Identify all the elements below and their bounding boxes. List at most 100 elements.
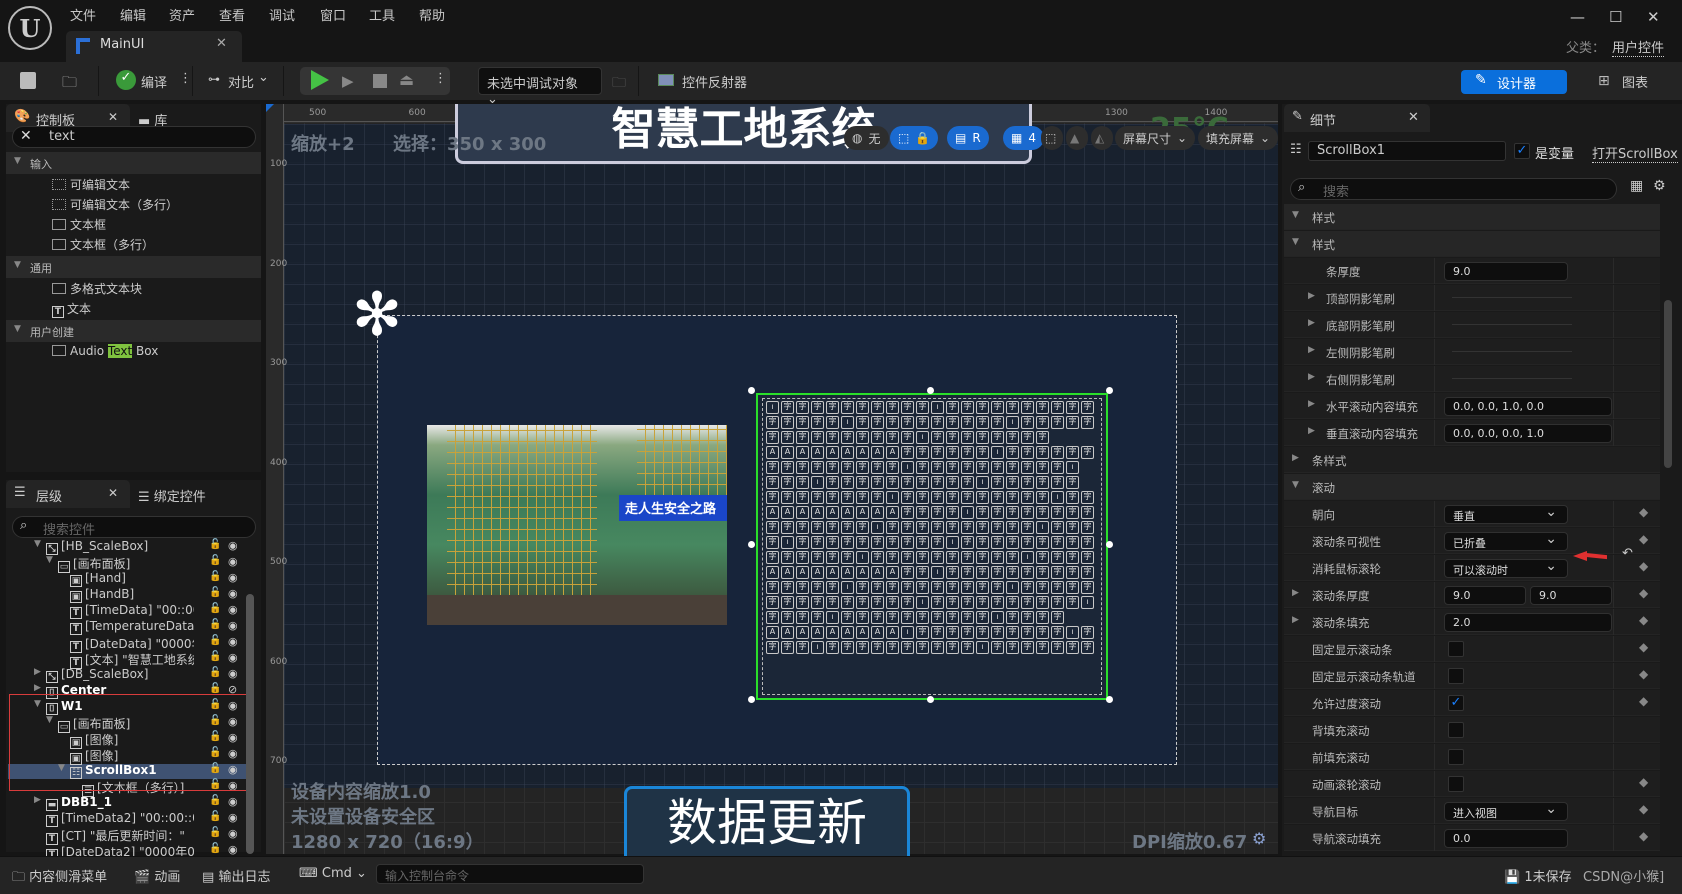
property-checkbox[interactable]: [1448, 749, 1464, 765]
hierarchy-row[interactable]: ▶ ▬ DBB1_1 🔓 ◉: [8, 795, 258, 811]
close-hierarchy-icon[interactable]: ✕: [108, 486, 118, 500]
graph-mode-button[interactable]: 图表: [1622, 72, 1648, 91]
section-collapse-icon[interactable]: ▼: [1292, 480, 1299, 490]
property-expand-icon[interactable]: ▶: [1292, 615, 1299, 625]
brush-preview[interactable]: [1452, 297, 1572, 298]
category-user-created[interactable]: 用户创建: [6, 320, 261, 342]
property-input[interactable]: 2.0: [1444, 613, 1612, 632]
data-update-button[interactable]: 数据更新: [624, 786, 910, 856]
cmd-dropdown[interactable]: ⌨ Cmd ⌄: [299, 866, 367, 881]
lock-toggle-icon[interactable]: 🔓: [209, 603, 221, 614]
keyframe-icon[interactable]: ◆: [1639, 559, 1648, 573]
property-input[interactable]: 0.0: [1444, 829, 1568, 848]
property-checkbox[interactable]: [1448, 722, 1464, 738]
step-icon[interactable]: ▶: [342, 72, 354, 90]
stop-icon[interactable]: [373, 74, 387, 88]
palette-item-textbox[interactable]: 文本框: [52, 216, 106, 233]
parent-class-link[interactable]: 用户控件: [1612, 37, 1665, 57]
settings-gear-icon[interactable]: ⚙: [1653, 178, 1666, 194]
menu-window[interactable]: 窗口: [320, 5, 346, 24]
visibility-eye-icon[interactable]: ◉: [228, 587, 238, 600]
widget-name-input[interactable]: ScrollBox1: [1308, 141, 1506, 161]
property-expand-icon[interactable]: ▶: [1308, 291, 1315, 301]
menu-asset[interactable]: 资产: [169, 5, 195, 24]
resize-handle-b[interactable]: [927, 696, 934, 703]
visibility-eye-icon[interactable]: ◉: [228, 651, 238, 664]
construction-site-image[interactable]: 走人生安全之路: [427, 425, 727, 625]
screen-size-dropdown[interactable]: 屏幕尺寸 ⌄: [1115, 126, 1196, 150]
menu-tools[interactable]: 工具: [369, 5, 395, 24]
property-input[interactable]: 9.0: [1530, 586, 1612, 605]
unsaved-button[interactable]: 💾 1未保存: [1504, 866, 1572, 885]
hierarchy-row[interactable]: ▣ [HandB] 🔓 ◉: [8, 587, 258, 603]
expand-arrow-icon[interactable]: ▶: [34, 667, 41, 677]
hierarchy-scrollbar[interactable]: [246, 594, 254, 854]
property-checkbox[interactable]: [1448, 776, 1464, 792]
minimize-button[interactable]: —: [1570, 8, 1585, 26]
collapse-arrow-icon[interactable]: ▼: [34, 539, 41, 549]
diff-chevron-icon[interactable]: ⌄: [258, 70, 269, 85]
visibility-eye-icon[interactable]: ◉: [228, 795, 238, 808]
respect-locks-toggle[interactable]: ▤ R: [947, 126, 989, 150]
resize-handle-br[interactable]: [1106, 696, 1113, 703]
property-expand-icon[interactable]: ▶: [1308, 426, 1315, 436]
keyframe-icon[interactable]: ◆: [1639, 613, 1648, 627]
property-input[interactable]: 0.0, 0.0, 1.0, 0.0: [1444, 397, 1612, 416]
compile-check-icon[interactable]: ✓: [116, 70, 136, 90]
hierarchy-row[interactable]: T[TemperatureData] "2 🔓 ◉: [8, 619, 258, 635]
lock-toggle-icon[interactable]: 🔓: [209, 667, 221, 678]
resize-handle-bl[interactable]: [748, 696, 755, 703]
brush-preview[interactable]: [1452, 351, 1572, 352]
resize-handle-tl[interactable]: [748, 387, 755, 394]
keyframe-icon[interactable]: ◆: [1639, 586, 1648, 600]
hierarchy-row[interactable]: ▣ [Hand] 🔓 ◉: [8, 571, 258, 587]
close-window-button[interactable]: ✕: [1647, 8, 1660, 26]
hierarchy-row[interactable]: T [文本] "智慧工地系统" 🔓 ◉: [8, 651, 258, 669]
visibility-eye-icon[interactable]: ◉: [228, 571, 238, 584]
select-mode-button[interactable]: ⬚: [1041, 126, 1063, 150]
keyframe-icon[interactable]: ◆: [1639, 532, 1648, 546]
palette-item-editable-text-multiline[interactable]: 可编辑文本（多行）: [52, 196, 178, 213]
document-tab-mainui[interactable]: MainUI ✕: [66, 31, 242, 62]
compile-options-icon[interactable]: ⋮: [179, 71, 192, 86]
property-dropdown[interactable]: 垂直: [1444, 504, 1568, 524]
resize-handle-l[interactable]: [748, 541, 755, 548]
close-details-icon[interactable]: ✕: [1408, 110, 1419, 125]
maximize-button[interactable]: ☐: [1609, 8, 1622, 26]
property-matrix-icon[interactable]: ▦: [1630, 178, 1643, 194]
property-input[interactable]: 9.0: [1444, 586, 1526, 605]
keyframe-icon[interactable]: ◆: [1639, 802, 1648, 816]
widget-reflector-button[interactable]: 控件反射器: [682, 72, 747, 91]
section-collapse-icon[interactable]: ▼: [1292, 210, 1299, 220]
palette-item-text[interactable]: T 文本: [52, 300, 91, 318]
visibility-eye-icon[interactable]: ◉: [228, 619, 238, 632]
hierarchy-search-input[interactable]: ⌕ 搜索控件: [12, 516, 256, 538]
brush-preview[interactable]: [1452, 324, 1572, 325]
resize-handle-t[interactable]: [927, 387, 934, 394]
lock-toggle-icon[interactable]: 🔓: [209, 843, 221, 854]
grid-snap-toggle[interactable]: ▦ 4: [1003, 126, 1044, 150]
lock-toggle-icon[interactable]: 🔓: [209, 635, 221, 646]
lock-toggle-icon[interactable]: 🔓: [209, 651, 221, 662]
property-expand-icon[interactable]: ▶: [1308, 372, 1315, 382]
close-tab-icon[interactable]: ✕: [216, 36, 227, 51]
console-command-input[interactable]: 输入控制台命令: [376, 864, 644, 884]
collapse-arrow-icon[interactable]: ▼: [46, 555, 53, 565]
tab-details[interactable]: ✎ 细节 ✕: [1284, 104, 1430, 132]
lock-toggle[interactable]: ⬚ 🔒: [890, 126, 939, 150]
palette-item-textbox-multiline[interactable]: 文本框（多行）: [52, 236, 154, 253]
visibility-eye-icon[interactable]: ◉: [228, 827, 238, 840]
world-space-toggle[interactable]: ◍ 无: [844, 126, 889, 150]
keyframe-icon[interactable]: ◆: [1639, 775, 1648, 789]
lock-toggle-icon[interactable]: 🔓: [209, 571, 221, 582]
play-icon[interactable]: [311, 70, 329, 90]
visibility-eye-icon[interactable]: ◉: [228, 667, 238, 680]
menu-help[interactable]: 帮助: [419, 5, 445, 24]
property-dropdown[interactable]: 进入视图: [1444, 801, 1568, 821]
image-preview-button[interactable]: ▲: [1066, 126, 1088, 150]
property-dropdown[interactable]: 已折叠: [1444, 531, 1568, 551]
section-collapse-icon[interactable]: ▼: [1292, 237, 1299, 247]
menu-edit[interactable]: 编辑: [120, 5, 146, 24]
designer-mode-button[interactable]: ✎ 设计器: [1461, 70, 1567, 94]
lock-toggle-icon[interactable]: 🔓: [209, 683, 221, 694]
